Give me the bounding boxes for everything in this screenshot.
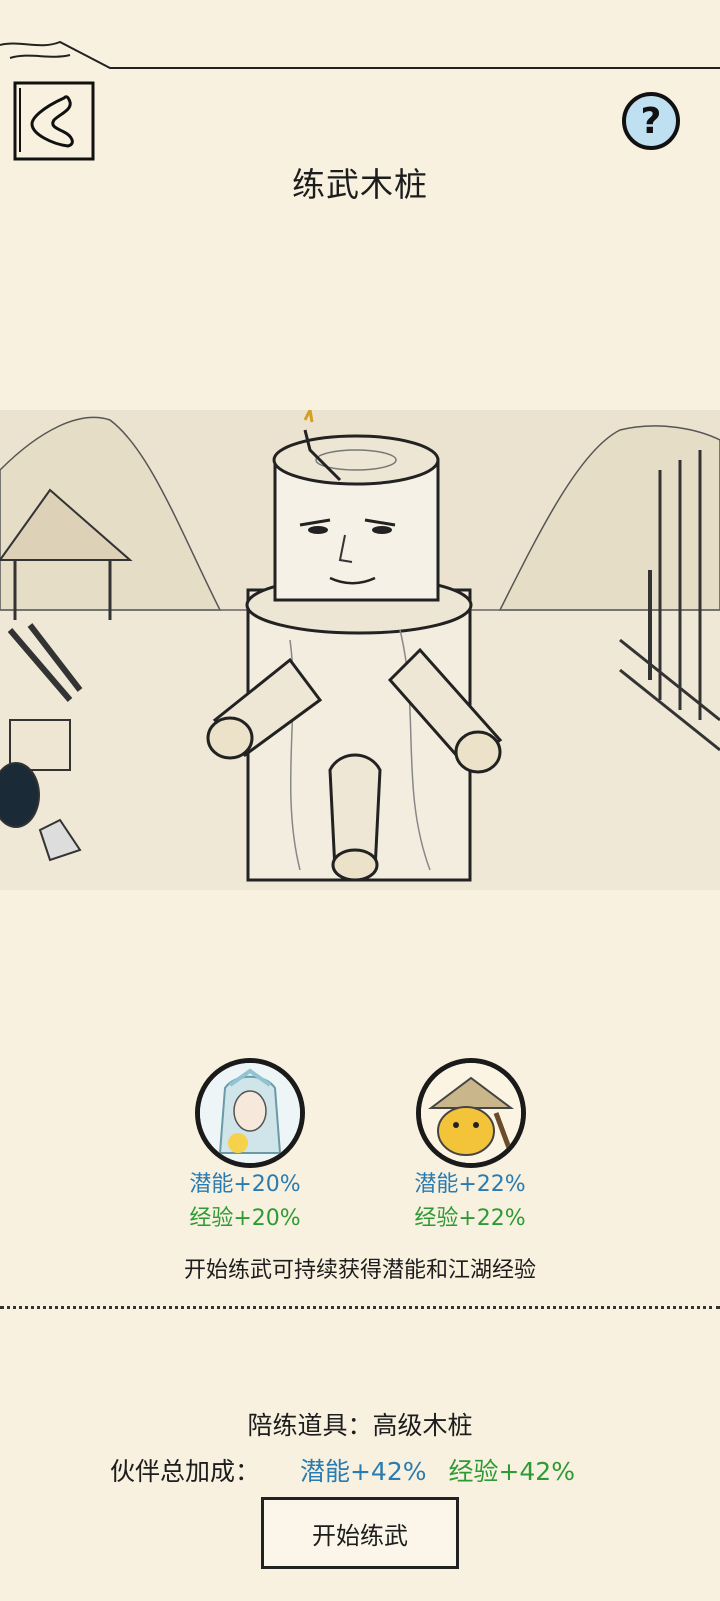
back-arrow-icon: [13, 81, 95, 161]
total-potential: 潜能+42%: [299, 1457, 427, 1486]
training-equipment-label: 陪练道具：高级木桩: [247, 1411, 473, 1440]
help-button[interactable]: ?: [622, 92, 680, 150]
partner-avatar: [195, 1058, 305, 1168]
back-button[interactable]: [12, 80, 96, 162]
partner-2-potential: 潜能+22%: [414, 1172, 526, 1197]
partner-avatar: [416, 1058, 526, 1168]
start-training-button[interactable]: 开始练武: [261, 1497, 459, 1569]
page-title: 练武木桩: [292, 165, 428, 204]
partner-2-experience: 经验+22%: [414, 1206, 526, 1231]
training-dummy-scene: [0, 410, 720, 890]
total-bonus-label: 伙伴总加成：: [110, 1457, 261, 1486]
training-info-text: 开始练武可持续获得潜能和江湖经验: [183, 1258, 536, 1283]
total-bonus-row: 伙伴总加成： 潜能+42% 经验+42%: [110, 1452, 670, 1488]
total-experience: 经验+42%: [448, 1457, 575, 1486]
start-training-label: 开始练武: [312, 1521, 408, 1550]
partner-1-experience: 经验+20%: [189, 1206, 301, 1231]
header-decoration: [0, 40, 720, 69]
question-icon: ?: [640, 100, 662, 142]
partner-1-potential: 潜能+20%: [189, 1172, 301, 1197]
partner-1-portrait[interactable]: [195, 1058, 305, 1168]
dotted-divider: [0, 1306, 720, 1309]
partner-2-portrait[interactable]: [416, 1058, 526, 1168]
